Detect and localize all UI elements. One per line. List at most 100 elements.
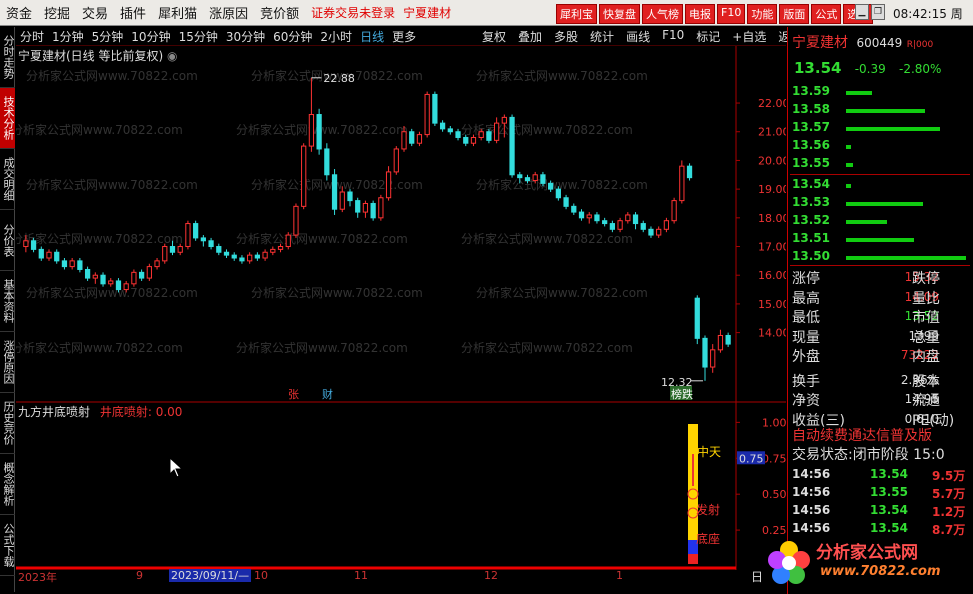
period-10min[interactable]: 10分钟 xyxy=(127,28,174,45)
candle-body xyxy=(447,128,453,133)
candle-body xyxy=(200,237,206,242)
menu-item-jiaoyi[interactable]: 交易 xyxy=(76,3,114,22)
candle-body xyxy=(509,116,515,176)
candle-body xyxy=(100,274,106,285)
ask-row[interactable]: 13.56 xyxy=(790,138,970,156)
tab-fenjia[interactable]: 分价表 xyxy=(0,210,15,271)
kuaifupan-button[interactable]: 快复盘 xyxy=(599,4,640,24)
order-price: 13.53 xyxy=(792,195,830,209)
order-volume-bar xyxy=(846,238,915,242)
auto-renew-link[interactable]: 自动续费通达信普及版 xyxy=(792,425,932,445)
tab-zhangting[interactable]: 涨停原因 xyxy=(0,332,15,393)
stat-label-2: 流通 xyxy=(912,393,940,409)
tab-jishu[interactable]: 技术分析 xyxy=(0,88,15,149)
price-change: -0.39 xyxy=(854,62,886,76)
period-1min[interactable]: 1分钟 xyxy=(48,28,88,45)
bid-row[interactable]: 13.51 xyxy=(790,231,970,249)
indicator-tick-label: 1.00 xyxy=(762,416,786,429)
menu-item-chajian[interactable]: 插件 xyxy=(114,3,152,22)
tick-row: 14:56 13.54 9.5万 xyxy=(792,467,972,485)
minimize-icon[interactable]: ▁ xyxy=(855,4,869,20)
candle-body xyxy=(602,220,608,225)
chevron-down-icon[interactable]: ◉ xyxy=(167,49,177,63)
mouse-cursor-icon xyxy=(169,456,184,478)
f10-tool-button[interactable]: F10 xyxy=(656,28,690,45)
biaoji-button[interactable]: 标记 xyxy=(690,28,726,45)
menu-item-jingjiae[interactable]: 竞价额 xyxy=(254,3,305,22)
order-volume-bar xyxy=(846,145,851,149)
indicator-name[interactable]: 九方井底喷射 xyxy=(18,405,90,419)
candle-body xyxy=(686,165,693,179)
kline-chart[interactable]: 22.00 21.00 20.00 19.00 18.00 17.00 16.00 15.00… xyxy=(16,46,786,582)
watermark-text: 分析家公式网www.70822.com xyxy=(16,231,183,246)
period-2h[interactable]: 2小时 xyxy=(316,28,356,45)
ask-row[interactable]: 13.57 xyxy=(790,120,970,138)
add-watchlist-button[interactable]: +自选 xyxy=(726,28,772,45)
stat-row: 最高 14.09 量比 xyxy=(792,288,972,307)
candle-body xyxy=(424,93,430,136)
tab-jiben[interactable]: 基本资料 xyxy=(0,271,15,332)
gongneng-button[interactable]: 功能 xyxy=(747,4,778,24)
candle-body xyxy=(370,202,376,219)
logo-url: www.70822.com xyxy=(820,564,941,579)
login-warning[interactable]: 证券交易未登录 xyxy=(311,4,395,21)
candle-body xyxy=(270,248,276,253)
period-15min[interactable]: 15分钟 xyxy=(175,28,222,45)
watermark-text: 分析家公式网www.70822.com xyxy=(26,68,198,83)
order-price: 13.51 xyxy=(792,231,830,245)
signal-label-dizuo: 底座 xyxy=(696,531,720,546)
ask-row[interactable]: 13.59 xyxy=(790,84,970,102)
marker-cai: 财 xyxy=(322,387,333,401)
stat-label-2: 跌停 xyxy=(912,271,940,287)
menu-item-zijin[interactable]: 资金 xyxy=(0,3,38,22)
candle-body xyxy=(694,297,700,339)
period-fenshi[interactable]: 分时 xyxy=(16,28,48,45)
duogu-button[interactable]: 多股 xyxy=(548,28,584,45)
date-tick: 2023年 xyxy=(18,571,57,584)
period-more[interactable]: 更多 xyxy=(388,28,420,45)
restore-icon[interactable]: ❐ xyxy=(871,4,885,20)
candle-body xyxy=(46,251,52,259)
diejia-button[interactable]: 叠加 xyxy=(512,28,548,45)
xilibao-button[interactable]: 犀利宝 xyxy=(556,4,597,24)
order-price: 13.55 xyxy=(792,156,830,170)
quote-stock-name: 宁夏建材 xyxy=(792,35,848,51)
candle-body xyxy=(463,136,469,144)
bid-row[interactable]: 13.52 xyxy=(790,213,970,231)
bid-row[interactable]: 13.53 xyxy=(790,195,970,213)
candle-body xyxy=(717,334,724,351)
dianbao-button[interactable]: 电报 xyxy=(685,4,715,24)
tick-price: 13.54 xyxy=(870,467,908,481)
period-5min[interactable]: 5分钟 xyxy=(88,28,128,45)
menu-item-xilimao[interactable]: 犀利猫 xyxy=(152,3,203,22)
period-daily[interactable]: 日线 xyxy=(356,28,388,45)
ask-row[interactable]: 13.58 xyxy=(790,102,970,120)
f10-button[interactable]: F10 xyxy=(717,4,746,24)
period-60min[interactable]: 60分钟 xyxy=(269,28,316,45)
order-price: 13.50 xyxy=(792,249,830,263)
tongji-button[interactable]: 统计 xyxy=(584,28,620,45)
order-volume-bar xyxy=(846,220,887,224)
candle-body xyxy=(92,274,98,279)
stat-label: 换手 xyxy=(792,373,820,390)
chart-tools: 复权 叠加 多股 统计 画线 F10 标记 +自选 返回 xyxy=(476,28,808,45)
tab-gongshi[interactable]: 公式下载 xyxy=(0,515,15,576)
renqibang-button[interactable]: 人气榜 xyxy=(642,4,683,24)
fuquan-button[interactable]: 复权 xyxy=(476,28,512,45)
tab-lishi[interactable]: 历史竞价 xyxy=(0,393,15,454)
menu-item-wajue[interactable]: 挖掘 xyxy=(38,3,76,22)
tab-gainian[interactable]: 概念解析 xyxy=(0,454,15,515)
candle-body xyxy=(154,260,160,268)
huaxian-button[interactable]: 画线 xyxy=(620,28,656,45)
candle-body xyxy=(285,234,291,248)
order-volume-bar xyxy=(846,184,851,188)
gongshi-button[interactable]: 公式 xyxy=(811,4,842,24)
tick-time: 14:56 xyxy=(792,485,831,499)
period-30min[interactable]: 30分钟 xyxy=(222,28,269,45)
tab-chengjiao[interactable]: 成交明细 xyxy=(0,149,15,210)
ask-row[interactable]: 13.55 xyxy=(790,156,970,174)
tab-fenshi[interactable]: 分时走势 xyxy=(0,27,15,88)
bid-row[interactable]: 13.54 xyxy=(790,177,970,195)
banmian-button[interactable]: 版面 xyxy=(779,4,810,24)
menu-item-zhangyuanyin[interactable]: 涨原因 xyxy=(203,3,254,22)
